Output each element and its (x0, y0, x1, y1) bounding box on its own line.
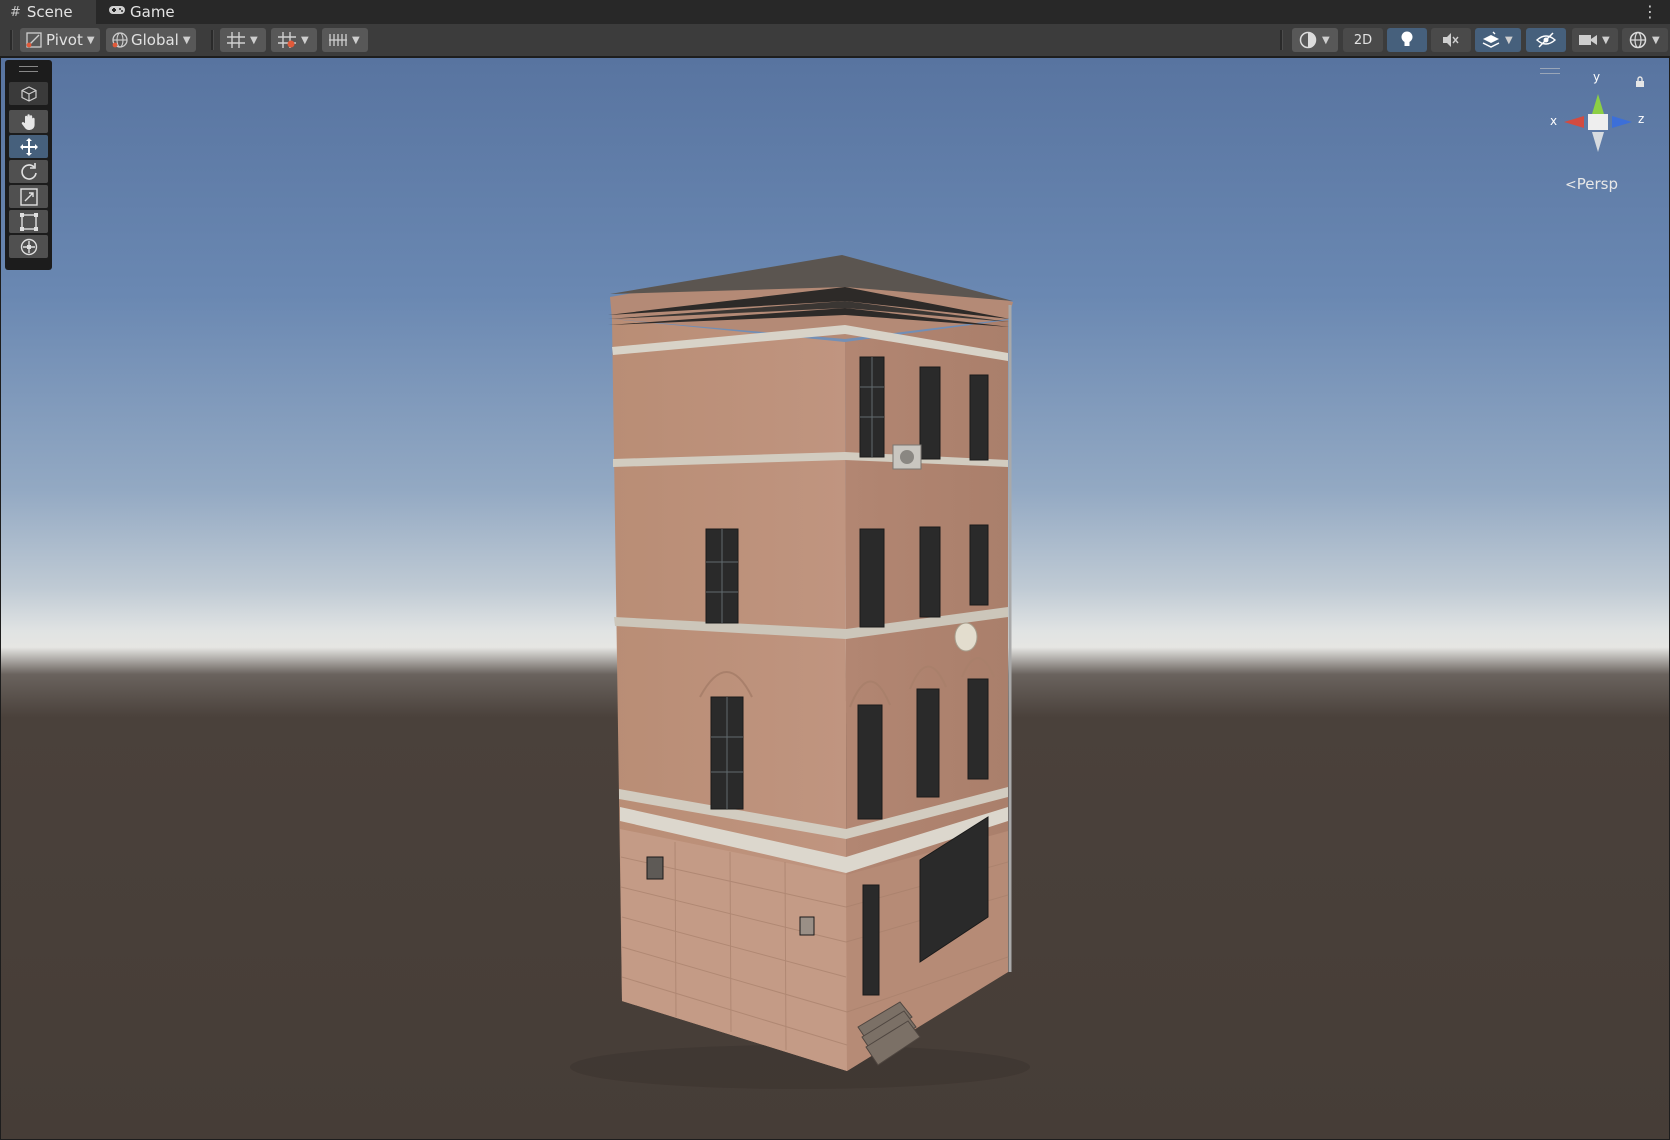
shading-sphere-icon (1299, 31, 1317, 49)
view-cube-button[interactable] (9, 82, 48, 105)
tab-game[interactable]: Game (98, 0, 188, 24)
lock-icon[interactable] (1635, 76, 1645, 88)
pivot-label: Pivot (46, 31, 83, 49)
gizmo-x-label: x (1550, 114, 1558, 128)
2d-label: 2D (1353, 32, 1373, 48)
hand-tool-icon (21, 113, 35, 130)
tab-scene[interactable]: # Scene (0, 0, 96, 24)
camera-icon (1579, 35, 1597, 45)
ruler-grid-icon (329, 34, 347, 46)
chevron-down-icon: ▼ (250, 34, 258, 46)
gizmos-dropdown[interactable]: ▼ (1622, 28, 1668, 52)
gamepad-icon (108, 4, 126, 20)
projection-toggle[interactable]: <Persp (1565, 175, 1618, 193)
2d-toggle-button[interactable]: 2D (1343, 28, 1383, 52)
globe-icon (112, 32, 128, 48)
chevron-down-icon: ▼ (86, 34, 95, 46)
layers-effects-icon (1482, 31, 1500, 48)
tab-bar: # Scene Game ⋮ (0, 0, 1670, 24)
global-label: Global (131, 31, 179, 49)
pivot-icon (26, 32, 42, 48)
chevron-down-icon: ▼ (1505, 34, 1513, 46)
perspective-chevron-icon: < (1565, 177, 1577, 193)
scale-tool-button[interactable] (9, 185, 48, 208)
grid-visibility-button[interactable]: ▼ (322, 28, 368, 52)
rect-tool-icon (19, 212, 38, 231)
hidden-eye-icon (1535, 32, 1557, 48)
increment-snap-icon (278, 32, 296, 48)
chevron-down-icon: ▼ (301, 34, 309, 46)
scale-tool-icon (19, 187, 38, 206)
rotate-tool-button[interactable] (9, 160, 48, 183)
chevron-down-icon: ▼ (1322, 34, 1330, 46)
toolbar-separator (10, 30, 13, 50)
shading-mode-dropdown[interactable]: ▼ (1292, 28, 1338, 52)
chevron-down-icon: ▼ (182, 34, 191, 46)
audio-muted-icon (1443, 33, 1459, 47)
scene-visibility-button[interactable] (1526, 28, 1566, 52)
drag-handle-icon[interactable] (19, 66, 38, 72)
grid-snap-icon (227, 32, 245, 48)
pivot-dropdown[interactable]: Pivot ▼ (20, 28, 100, 52)
rotate-tool-icon (20, 162, 37, 180)
camera-settings-dropdown[interactable]: ▼ (1572, 28, 1618, 52)
effects-dropdown[interactable]: ▼ (1475, 28, 1521, 52)
lighting-toggle-button[interactable] (1387, 28, 1427, 52)
toolbar-separator (1280, 30, 1283, 50)
chevron-down-icon: ▼ (352, 34, 360, 46)
gizmo-y-label: y (1593, 70, 1601, 84)
building-model (570, 255, 1030, 1089)
scene-grid-icon: # (10, 4, 21, 20)
global-dropdown[interactable]: Global ▼ (106, 28, 196, 52)
hand-tool-button[interactable] (9, 110, 48, 133)
tools-overlay (5, 60, 52, 270)
gizmo-z-label: z (1638, 112, 1645, 126)
view-cube-icon (20, 85, 37, 102)
scene-viewport[interactable] (0, 57, 1670, 1140)
light-bulb-icon (1401, 31, 1413, 46)
grid-snap-button[interactable]: ▼ (220, 28, 266, 52)
chevron-down-icon: ▼ (1652, 34, 1660, 46)
tab-scene-label: Scene (26, 3, 73, 21)
rect-tool-button[interactable] (9, 210, 48, 233)
increment-snap-button[interactable]: ▼ (271, 28, 317, 52)
chevron-down-icon: ▼ (1602, 34, 1610, 46)
audio-toggle-button[interactable] (1431, 28, 1471, 52)
move-tool-icon (19, 137, 38, 156)
transform-tool-button[interactable] (9, 235, 48, 258)
toolbar-separator (211, 30, 214, 50)
projection-label: Persp (1576, 175, 1618, 193)
scene-toolbar: Pivot ▼ Global ▼ ▼ ▼ ▼ ▼ 2D ▼ ▼ ▼ (0, 24, 1670, 57)
tab-game-label: Game (130, 3, 175, 21)
more-options-icon[interactable]: ⋮ (1642, 2, 1658, 21)
transform-tool-icon (20, 238, 37, 255)
gizmo-globe-icon (1629, 31, 1647, 49)
move-tool-button[interactable] (9, 135, 48, 158)
